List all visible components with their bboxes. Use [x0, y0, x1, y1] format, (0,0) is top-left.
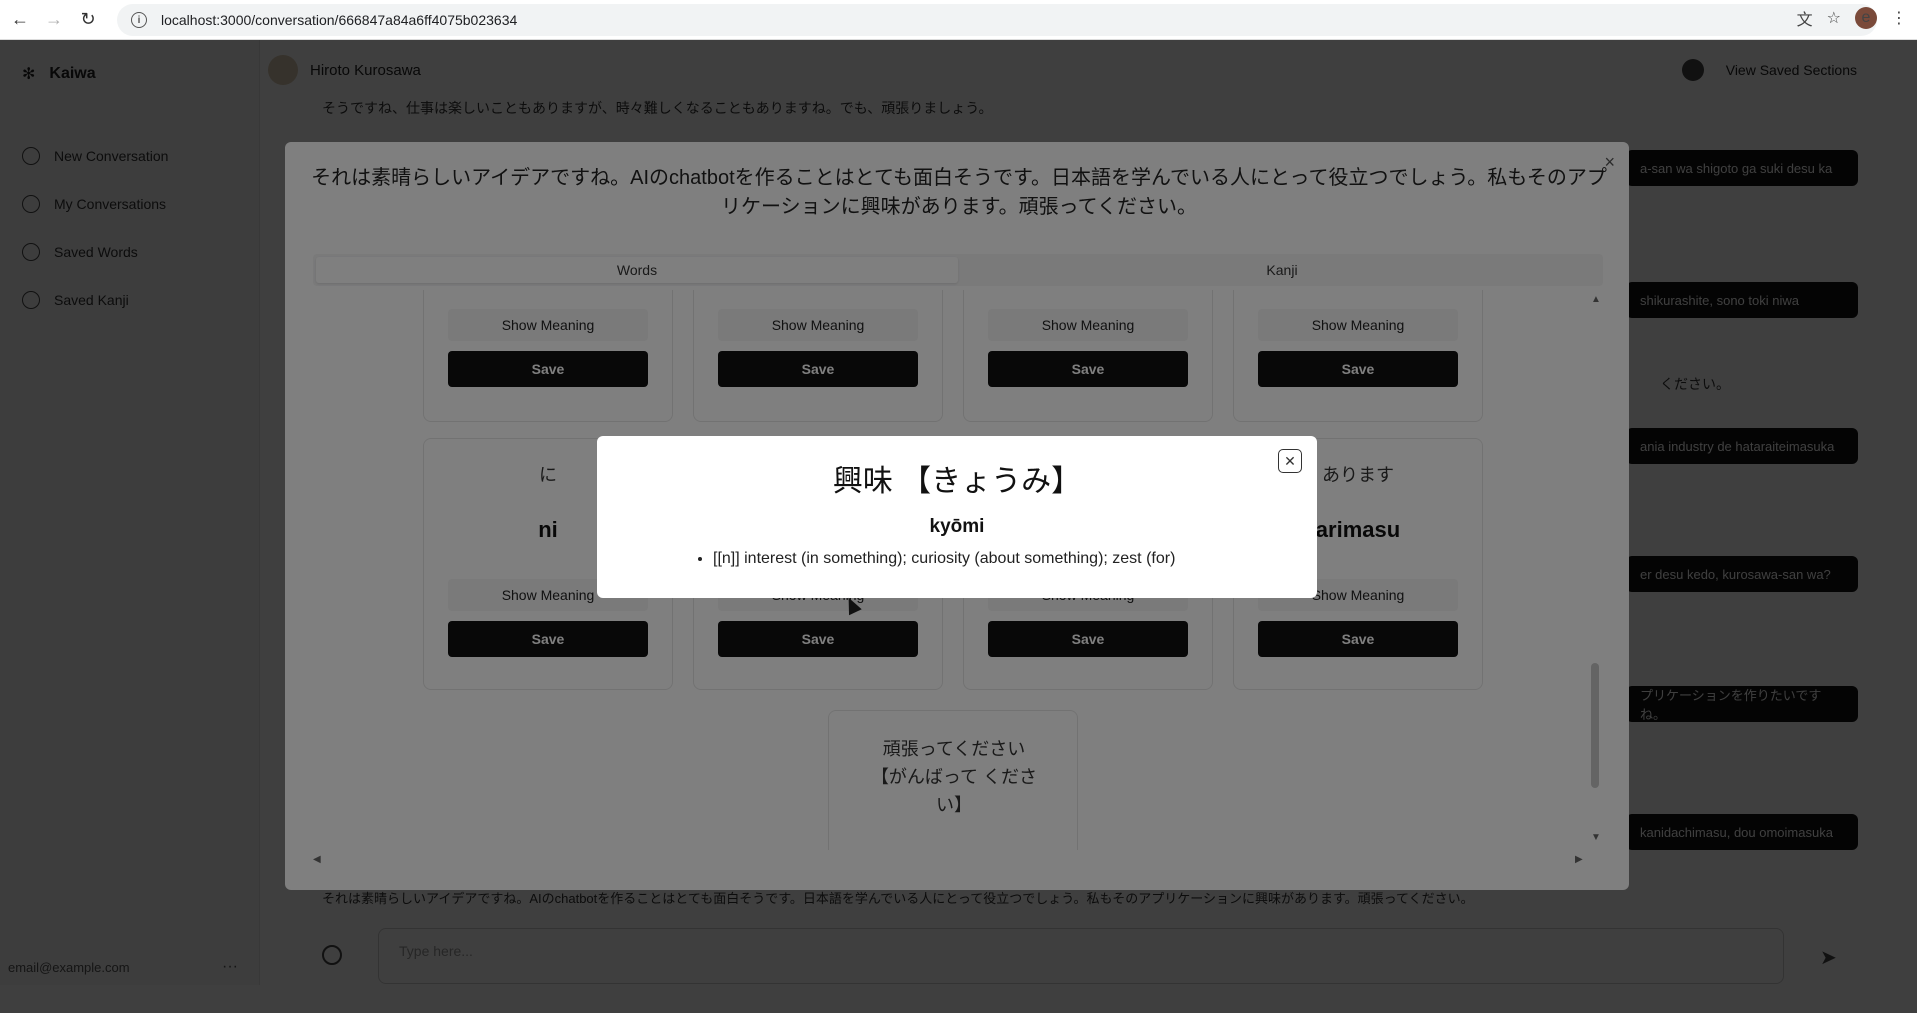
reload-icon[interactable]: ↻	[74, 6, 102, 34]
bookmark-star-icon[interactable]: ☆	[1827, 8, 1841, 28]
definition-item: [[n]] interest (in something); curiosity…	[713, 550, 1175, 568]
menu-dots-icon[interactable]: ⋮	[1891, 8, 1907, 28]
browser-toolbar: ← → ↻ i localhost:3000/conversation/6668…	[0, 0, 1917, 40]
address-bar[interactable]: i localhost:3000/conversation/666847a84a…	[117, 4, 1877, 36]
definition-list: [[n]] interest (in something); curiosity…	[713, 550, 1175, 568]
site-info-icon[interactable]: i	[131, 12, 147, 28]
definition-dialog: ✕ 興味 【きょうみ】 kyōmi [[n]] interest (in som…	[597, 436, 1317, 598]
translate-icon[interactable]: 文	[1797, 6, 1813, 30]
profile-avatar[interactable]: e	[1855, 7, 1877, 29]
definition-title: 興味 【きょうみ】	[832, 465, 1082, 498]
back-icon[interactable]: ←	[6, 6, 34, 34]
definition-reading: kyōmi	[929, 516, 985, 537]
forward-icon[interactable]: →	[40, 6, 68, 34]
url-text: localhost:3000/conversation/666847a84a6f…	[161, 12, 518, 28]
